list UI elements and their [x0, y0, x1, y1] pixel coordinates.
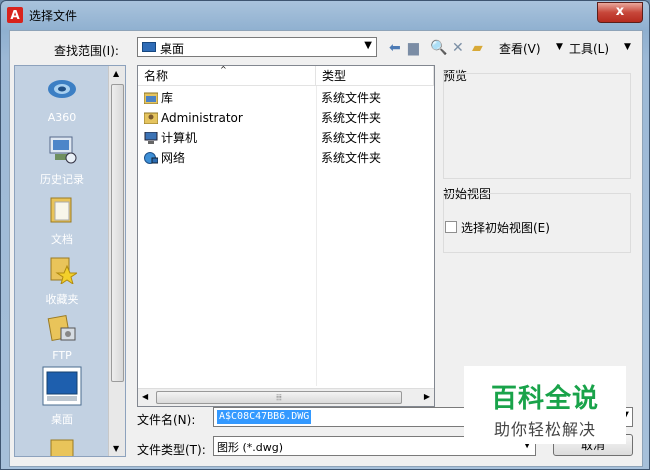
place-favorites[interactable]: 收藏夹: [15, 254, 109, 307]
sort-arrow-icon: ^: [220, 65, 227, 74]
back-arrow-icon[interactable]: ⬅: [389, 39, 401, 57]
tools-dropdown-icon[interactable]: ▼: [624, 42, 631, 52]
header-label-name: 名称: [144, 69, 169, 83]
horizontal-scrollbar[interactable]: ◀ ⦙⦙⦙ ▶: [138, 388, 434, 406]
places-sidebar: A360 历史记录 文档 收藏夹 FTP 桌面 ▲ ▼: [14, 65, 126, 457]
ftp-icon: [47, 315, 76, 341]
place-documents[interactable]: 文档: [15, 194, 109, 247]
favorites-icon: [50, 257, 79, 286]
scroll-thumb[interactable]: ⦙⦙⦙: [156, 391, 402, 404]
chevron-down-icon[interactable]: ▼: [364, 40, 372, 51]
file-list: 名称 ^ 类型 库 系统文件夹 Administrator 系统文件夹 计算机 …: [137, 65, 435, 407]
computer-icon: [144, 132, 158, 144]
filename-value: A$C08C47BB6.DWG: [217, 410, 312, 424]
scroll-right-icon[interactable]: ▶: [424, 392, 430, 401]
user-folder-icon: [144, 112, 158, 124]
watermark-title: 百科全说: [490, 384, 599, 414]
filetype-value: 图形 (*.dwg): [217, 441, 284, 454]
scroll-left-icon[interactable]: ◀: [142, 392, 148, 401]
place-label: A360: [47, 111, 77, 124]
folder-icon: [50, 439, 74, 456]
file-dialog-window: A 选择文件 x 查找范围(I): 桌面 ▼ ⬅ ▆ 🔍 ✕ ▰ 查看(V) ▼…: [0, 0, 650, 470]
scroll-thumb[interactable]: [111, 84, 124, 382]
header-label-type: 类型: [322, 69, 347, 83]
scroll-up-icon[interactable]: ▲: [113, 69, 119, 78]
watermark-overlay: 百科全说 助你轻松解决: [464, 366, 626, 444]
view-menu[interactable]: 查看(V): [499, 40, 541, 57]
item-type: 系统文件夹: [321, 151, 382, 165]
place-label: 历史记录: [40, 173, 84, 186]
desktop-small-icon: [142, 42, 156, 52]
scroll-down-icon[interactable]: ▼: [113, 444, 119, 453]
tools-menu[interactable]: 工具(L): [569, 40, 609, 57]
autocad-app-icon: A: [7, 7, 23, 23]
item-type: 系统文件夹: [321, 91, 382, 105]
close-button[interactable]: x: [597, 2, 643, 23]
initial-view-checkbox-label[interactable]: 选择初始视图(E): [461, 219, 550, 236]
watermark-subtitle: 助你轻松解决: [493, 420, 596, 439]
initial-view-checkbox[interactable]: [445, 221, 457, 233]
a360-icon: [48, 80, 76, 98]
item-name: Administrator: [161, 111, 243, 125]
list-item[interactable]: 库 系统文件夹: [144, 88, 424, 108]
network-icon: [144, 152, 158, 164]
library-icon: [144, 92, 158, 104]
title-bar[interactable]: A 选择文件 x: [1, 1, 649, 29]
place-label: 文档: [51, 233, 73, 246]
item-name: 网络: [161, 151, 186, 165]
lookin-value: 桌面: [160, 42, 185, 56]
item-type: 系统文件夹: [321, 131, 382, 145]
documents-icon: [50, 197, 72, 223]
place-history[interactable]: 历史记录: [15, 134, 109, 187]
places-scrollbar[interactable]: ▲ ▼: [108, 66, 125, 456]
filename-label: 文件名(N):: [137, 413, 196, 427]
lookin-combo[interactable]: 桌面 ▼: [137, 37, 377, 57]
delete-icon[interactable]: ✕: [452, 39, 464, 57]
list-item[interactable]: 网络 系统文件夹: [144, 148, 424, 168]
search-web-icon[interactable]: 🔍: [430, 39, 447, 57]
window-title: 选择文件: [29, 9, 78, 23]
list-item[interactable]: Administrator 系统文件夹: [144, 108, 424, 128]
place-label: 收藏夹: [45, 293, 79, 306]
view-dropdown-icon[interactable]: ▼: [556, 42, 563, 52]
dialog-client-area: 查找范围(I): 桌面 ▼ ⬅ ▆ 🔍 ✕ ▰ 查看(V) ▼ 工具(L) ▼ …: [9, 30, 643, 467]
item-name: 库: [161, 91, 174, 105]
up-folder-icon[interactable]: ▆: [408, 39, 419, 57]
place-ftp[interactable]: FTP: [15, 312, 109, 362]
history-icon: [49, 136, 77, 164]
place-label: 桌面: [51, 413, 73, 426]
place-partial[interactable]: [15, 432, 109, 456]
place-desktop[interactable]: 桌面: [15, 366, 109, 427]
column-header-name[interactable]: 名称 ^: [138, 65, 316, 86]
filetype-label: 文件类型(T):: [137, 443, 206, 457]
new-folder-icon[interactable]: ▰: [472, 39, 483, 57]
desktop-icon: [42, 366, 82, 406]
place-a360[interactable]: A360: [15, 74, 109, 124]
place-label: FTP: [52, 349, 72, 362]
item-name: 计算机: [161, 131, 198, 145]
lookin-label: 查找范围(I):: [54, 44, 119, 58]
column-header-type[interactable]: 类型: [316, 66, 434, 86]
item-type: 系统文件夹: [321, 111, 382, 125]
preview-panel: [443, 73, 631, 179]
list-item[interactable]: 计算机 系统文件夹: [144, 128, 424, 148]
